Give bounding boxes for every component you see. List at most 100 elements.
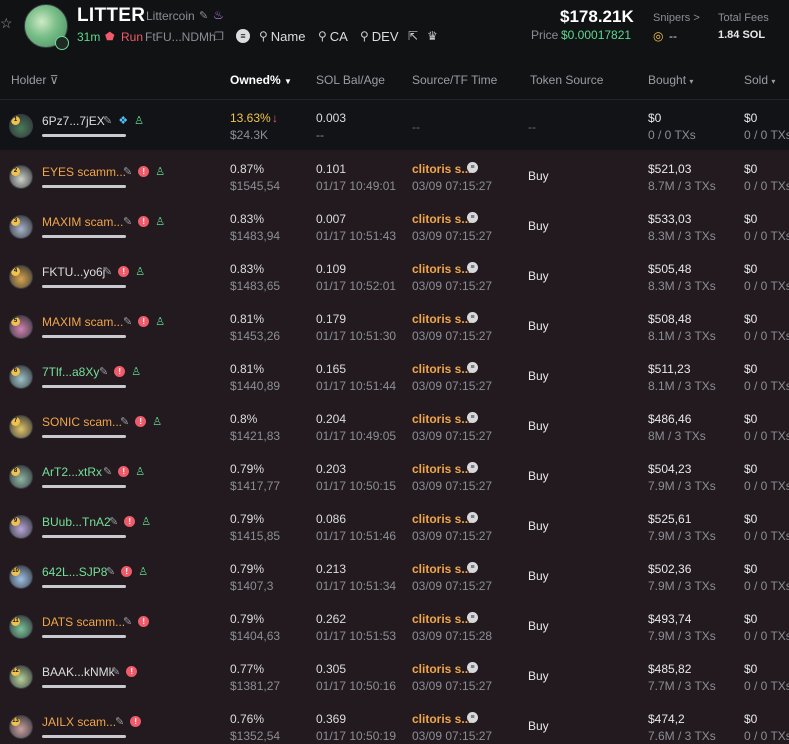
source-wallet[interactable]: clitoris s... bbox=[412, 412, 471, 426]
fish-icon: ❖ bbox=[118, 115, 129, 127]
source-wallet[interactable]: clitoris s... bbox=[412, 662, 471, 676]
table-row[interactable]: 12 BAAK...kNMk ✎! 0.77% $1381,27 0.305 01/17 1… bbox=[0, 651, 789, 701]
menu-circle-icon: ≡ bbox=[467, 362, 478, 373]
holder-name[interactable]: SONIC scam... bbox=[42, 415, 122, 429]
table-row[interactable]: 5 MAXIM scam... ✎! ♙ 0.81% $1453,26 0.179 01/17… bbox=[0, 301, 789, 351]
bought-txs: 7.9M / 3 TXs bbox=[648, 529, 716, 543]
holder-avatar[interactable]: 4 bbox=[9, 265, 33, 289]
edit-icon[interactable]: ✎ bbox=[99, 365, 108, 378]
table-row[interactable]: 13 JAILX scam... ✎! 0.76% $1352,54 0.369 01/17… bbox=[0, 701, 789, 744]
holder-avatar[interactable]: 7 bbox=[9, 415, 33, 439]
token-avatar[interactable] bbox=[24, 4, 69, 50]
social-button[interactable]: ≡ bbox=[236, 28, 250, 44]
holder-name[interactable]: EYES scamm... bbox=[42, 165, 126, 179]
crown-button[interactable]: ♛ bbox=[427, 28, 438, 44]
source-wallet[interactable]: clitoris s... bbox=[412, 462, 471, 476]
edit-icon[interactable]: ✎ bbox=[115, 715, 124, 728]
col-sol-age[interactable]: SOL Bal/Age bbox=[316, 73, 385, 87]
holder-name[interactable]: 7Tlf...a8Xy bbox=[42, 365, 99, 379]
holder-avatar[interactable]: 6 bbox=[9, 365, 33, 389]
edit-icon[interactable]: ✎ bbox=[199, 9, 208, 22]
table-row[interactable]: 4 FKTU...yo6j ✎! ♙ 0.83% $1483,65 0.109 01/17 1… bbox=[0, 251, 789, 301]
edit-icon[interactable]: ✎ bbox=[111, 665, 120, 678]
holder-avatar[interactable]: 5 bbox=[9, 315, 33, 339]
holder-avatar[interactable]: 11 bbox=[9, 615, 33, 639]
edit-icon[interactable]: ✎ bbox=[103, 265, 112, 278]
edit-icon[interactable]: ✎ bbox=[123, 315, 132, 328]
contract-address[interactable]: FtFU...NDMh bbox=[145, 30, 216, 44]
source-wallet[interactable]: clitoris s... bbox=[412, 562, 471, 576]
col-bought[interactable]: Bought ▾ bbox=[648, 73, 693, 87]
open-external-button[interactable]: ⇱ bbox=[408, 28, 418, 44]
holder-avatar[interactable]: 9 bbox=[9, 515, 33, 539]
sold-value: $0 bbox=[744, 462, 758, 476]
col-source-time[interactable]: Source/TF Time bbox=[412, 73, 497, 87]
warning-icon: ! bbox=[124, 516, 136, 527]
edit-icon[interactable]: ✎ bbox=[103, 465, 112, 478]
table-row[interactable]: 3 MAXIM scam... ✎! ♙ 0.83% $1483,94 0.007 01/17… bbox=[0, 201, 789, 251]
source-wallet[interactable]: clitoris s... bbox=[412, 312, 471, 326]
snipers-label[interactable]: Snipers > bbox=[653, 12, 700, 24]
favorite-star-icon[interactable]: ☆ bbox=[0, 16, 14, 30]
table-row[interactable]: 7 SONIC scam... ✎! ♙ 0.8% $1421,83 0.204 01/17 … bbox=[0, 401, 789, 451]
person-icon: ♙ bbox=[141, 516, 152, 528]
rank-badge: 1 bbox=[11, 116, 20, 125]
edit-icon[interactable]: ✎ bbox=[123, 215, 132, 228]
filter-icon[interactable]: ⊽ bbox=[50, 73, 59, 87]
source-wallet[interactable]: clitoris s... bbox=[412, 712, 471, 726]
source-wallet[interactable]: clitoris s... bbox=[412, 612, 471, 626]
holder-name[interactable]: BUub...TnA2 bbox=[42, 515, 111, 529]
table-row[interactable]: 9 BUub...TnA2 ✎! ♙ 0.79% $1415,85 0.086 01/17 1… bbox=[0, 501, 789, 551]
col-sold[interactable]: Sold ▾ bbox=[744, 73, 775, 87]
holder-avatar[interactable]: 13 bbox=[9, 715, 33, 739]
holder-name[interactable]: FKTU...yo6j bbox=[42, 265, 105, 279]
search-dev-button[interactable]: ⚲ DEV bbox=[360, 28, 399, 44]
bought-txs: 8.3M / 3 TXs bbox=[648, 279, 716, 293]
search-ca-button[interactable]: ⚲ CA bbox=[318, 28, 348, 44]
holder-name[interactable]: DATS scamm... bbox=[42, 615, 125, 629]
bought-txs: 7.7M / 3 TXs bbox=[648, 679, 716, 693]
edit-icon[interactable]: ✎ bbox=[109, 515, 118, 528]
col-holder[interactable]: Holder ⊽ bbox=[11, 73, 59, 87]
col-holder-label: Holder bbox=[11, 73, 47, 87]
table-row[interactable]: 11 DATS scamm... ✎! 0.79% $1404,63 0.262 01/17… bbox=[0, 601, 789, 651]
source-wallet[interactable]: clitoris s... bbox=[412, 262, 471, 276]
holder-name[interactable]: 642L...SJP8 bbox=[42, 565, 107, 579]
col-token-source[interactable]: Token Source bbox=[530, 73, 603, 87]
holder-avatar[interactable]: 2 bbox=[9, 165, 33, 189]
table-row[interactable]: 2 EYES scamm... ✎! ♙ 0.87% $1545,54 0.101 01/17… bbox=[0, 151, 789, 201]
table-row[interactable]: 1 6Pz7...7jEX ✎ ❖ ♙ 13.63% ↓ $24.3K 0.003 -- -- --… bbox=[0, 100, 789, 151]
edit-icon[interactable]: ✎ bbox=[123, 615, 132, 628]
source-wallet[interactable]: clitoris s... bbox=[412, 212, 471, 226]
edit-icon[interactable]: ✎ bbox=[106, 565, 115, 578]
edit-icon[interactable]: ✎ bbox=[123, 165, 132, 178]
source-wallet[interactable]: clitoris s... bbox=[412, 512, 471, 526]
edit-icon[interactable]: ✎ bbox=[120, 415, 129, 428]
col-owned[interactable]: Owned% ▼ bbox=[230, 73, 292, 87]
bought-value: $474,2 bbox=[648, 712, 685, 726]
sold-txs: 0 / 0 TXs bbox=[744, 429, 789, 443]
copy-icon[interactable]: ❐ bbox=[214, 30, 224, 43]
holder-name[interactable]: ArT2...xtRx bbox=[42, 465, 102, 479]
edit-icon[interactable]: ✎ bbox=[103, 114, 112, 127]
table-row[interactable]: 10 642L...SJP8 ✎! ♙ 0.79% $1407,3 0.213 01/17 1… bbox=[0, 551, 789, 601]
table-row[interactable]: 8 ArT2...xtRx ✎! ♙ 0.79% $1417,77 0.203 01/17 1… bbox=[0, 451, 789, 501]
holder-avatar[interactable]: 3 bbox=[9, 215, 33, 239]
table-row[interactable]: 6 7Tlf...a8Xy ✎! ♙ 0.81% $1440,89 0.165 01/17 1… bbox=[0, 351, 789, 401]
search-name-button[interactable]: ⚲ Name bbox=[259, 28, 305, 44]
person-icon: ♙ bbox=[131, 366, 142, 378]
sold-txs: 0 / 0 TXs bbox=[744, 179, 789, 193]
holder-name[interactable]: JAILX scam... bbox=[42, 715, 116, 729]
holder-name[interactable]: MAXIM scam... bbox=[42, 215, 123, 229]
holder-name[interactable]: MAXIM scam... bbox=[42, 315, 123, 329]
holder-avatar[interactable]: 12 bbox=[9, 665, 33, 689]
owned-percent: 0.79% bbox=[230, 562, 265, 576]
holder-avatar[interactable]: 8 bbox=[9, 465, 33, 489]
source-wallet[interactable]: clitoris s... bbox=[412, 162, 471, 176]
source-value: -- bbox=[412, 120, 420, 134]
holder-avatar[interactable]: 10 bbox=[9, 565, 33, 589]
holder-name[interactable]: 6Pz7...7jEX bbox=[42, 114, 105, 128]
source-wallet[interactable]: clitoris s... bbox=[412, 362, 471, 376]
holder-name[interactable]: BAAK...kNMk bbox=[42, 665, 115, 679]
holder-avatar[interactable]: 1 bbox=[9, 114, 33, 138]
